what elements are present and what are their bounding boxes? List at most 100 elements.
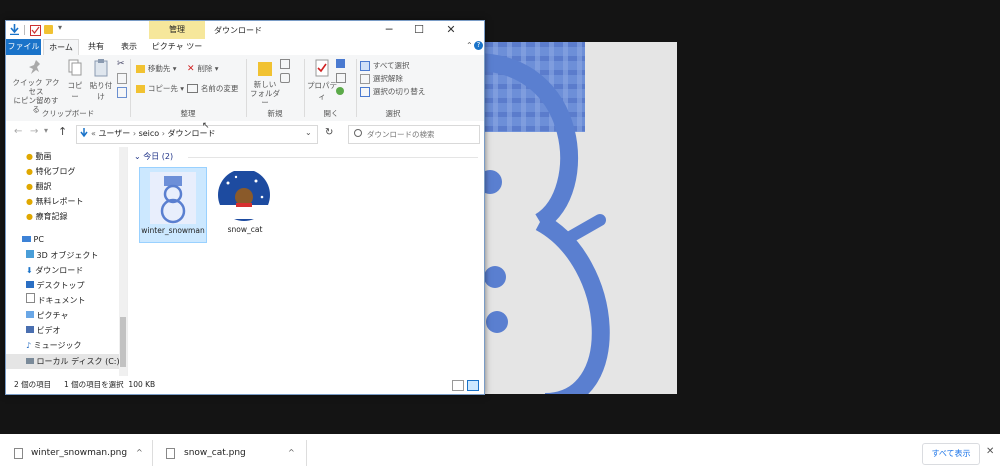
document-icon — [26, 293, 35, 303]
nav-item-label: 翻訳 — [35, 182, 52, 191]
check-icon[interactable] — [30, 25, 41, 36]
properties-button[interactable]: プロパティ — [306, 59, 338, 102]
nav-item-local-disk[interactable]: ローカル ディスク (C:) — [6, 354, 120, 369]
easy-access-icon[interactable] — [280, 73, 290, 83]
select-all-label: すべて選択 — [372, 61, 410, 70]
move-to-button[interactable]: 移動先 ▾ — [136, 63, 177, 74]
select-none-button[interactable]: 選択解除 — [360, 73, 403, 84]
copy-to-button[interactable]: コピー先 ▾ — [136, 83, 184, 94]
file-item-snow-cat[interactable]: snow_cat — [212, 167, 278, 241]
search-input[interactable]: ダウンロードの検索 — [348, 125, 480, 144]
cut-icon[interactable]: ✂ — [117, 59, 125, 69]
address-bar[interactable]: « ユーザー › seico › ダウンロード ⌄ — [76, 125, 318, 144]
up-arrow-icon[interactable]: ↑ — [58, 125, 67, 138]
large-icons-view-icon[interactable] — [467, 380, 479, 391]
group-header-today[interactable]: ⌄ 今日 (2) — [134, 151, 173, 162]
delete-button[interactable]: ✕ 削除 ▾ — [187, 63, 219, 74]
nav-item-videos[interactable]: ビデオ — [26, 323, 61, 338]
group-open: 開く — [323, 109, 339, 118]
nav-item-translation[interactable]: ● 翻訳 — [26, 179, 52, 194]
details-view-icon[interactable] — [452, 380, 464, 391]
folder-icon[interactable] — [44, 25, 53, 34]
open-icon[interactable] — [336, 59, 345, 68]
context-tab-manage: 管理 — [149, 21, 205, 39]
nav-item-downloads[interactable]: ⬇ ダウンロード — [26, 263, 83, 278]
recent-dropdown-icon[interactable]: ▾ — [44, 126, 48, 135]
nav-item-desktop[interactable]: デスクトップ — [26, 278, 85, 293]
copy-folder-icon — [136, 84, 145, 93]
invert-selection-label: 選択の切り替え — [372, 87, 426, 96]
paste-button[interactable]: 貼り付け — [88, 59, 114, 102]
nav-item-pc[interactable]: PC — [22, 232, 44, 247]
nav-scrollbar-thumb[interactable] — [120, 317, 126, 367]
nav-item-blog[interactable]: ● 特化ブログ — [26, 164, 76, 179]
file-item-winter-snowman[interactable]: winter_snowman — [139, 167, 207, 243]
refresh-icon[interactable]: ↻ — [325, 127, 333, 138]
separator — [188, 157, 478, 158]
navigation-pane: ● 動画 ● 特化ブログ ● 翻訳 ● 無料レポート ● 療育記録 PC 3D … — [6, 147, 127, 376]
ribbon-tabs: ファイル ホーム 共有 表示 ピクチャ ツール ⌃ ? — [6, 39, 484, 67]
quick-access-dropdown-icon[interactable]: ▾ — [58, 23, 62, 32]
back-arrow-icon[interactable]: ← — [14, 126, 22, 137]
selection-info: 1 個の項目を選択 100 KB — [64, 380, 156, 389]
group-select: 選択 — [385, 109, 401, 118]
ribbon-collapse-icon[interactable]: ⌃ — [466, 41, 473, 50]
tab-share[interactable]: 共有 — [81, 39, 111, 55]
nav-item-3d-objects[interactable]: 3D オブジェクト — [26, 248, 98, 263]
nav-item-documents[interactable]: ドキュメント — [26, 293, 86, 308]
separator — [24, 25, 25, 35]
nav-scrollbar[interactable] — [119, 147, 127, 376]
download-item-snow-cat[interactable]: snow_cat.png ^ — [154, 434, 304, 472]
pc-icon — [22, 236, 31, 242]
close-download-bar-icon[interactable]: ✕ — [986, 446, 994, 457]
download-options-chevron-icon[interactable]: ^ — [288, 434, 295, 472]
pin-quick-access-button[interactable]: クイック アクセス にピン留めする — [10, 59, 62, 114]
nav-item-music[interactable]: ♪ ミュージック — [26, 338, 82, 353]
nav-item-therapy-record[interactable]: ● 療育記録 — [26, 209, 68, 224]
copy-label: コピー — [67, 81, 83, 101]
download-options-chevron-icon[interactable]: ^ — [136, 434, 143, 472]
help-icon[interactable]: ? — [474, 41, 483, 50]
nav-item-label: ドキュメント — [37, 296, 86, 305]
breadcrumb-seico[interactable]: seico — [139, 129, 160, 138]
title-bar: ▾ 管理 ダウンロード ─ ☐ ✕ — [6, 21, 484, 39]
invert-selection-button[interactable]: 選択の切り替え — [360, 86, 425, 97]
file-name: winter_snowman — [141, 226, 205, 235]
tab-home[interactable]: ホーム — [43, 39, 79, 56]
forward-arrow-icon[interactable]: → — [30, 126, 38, 137]
nav-item-label: 動画 — [35, 152, 52, 161]
nav-item-pictures[interactable]: ピクチャ — [26, 308, 68, 323]
paste-icon — [94, 59, 108, 77]
download-arrow-icon[interactable] — [10, 24, 19, 36]
rename-button[interactable]: 名前の変更 — [187, 83, 238, 94]
tab-file[interactable]: ファイル — [6, 39, 41, 55]
new-item-icon[interactable] — [280, 59, 290, 69]
paste-shortcut-icon[interactable] — [117, 87, 127, 98]
status-bar: 2 個の項目 1 個の項目を選択 100 KB — [6, 376, 484, 394]
tab-picture-tools[interactable]: ピクチャ ツール — [149, 39, 205, 67]
nav-item-free-report[interactable]: ● 無料レポート — [26, 194, 84, 209]
copy-to-label: コピー先 — [147, 84, 178, 93]
select-all-button[interactable]: すべて選択 — [360, 60, 410, 71]
address-dropdown-icon[interactable]: ⌄ — [305, 128, 312, 137]
history-icon[interactable] — [336, 87, 344, 95]
copy-button[interactable]: コピー — [64, 59, 86, 102]
group-header-label: 今日 (2) — [143, 152, 174, 161]
minimize-button[interactable]: ─ — [374, 21, 404, 39]
breadcrumb-users[interactable]: ユーザー — [98, 129, 130, 138]
rename-label: 名前の変更 — [200, 84, 239, 93]
copy-path-icon[interactable] — [117, 73, 127, 84]
properties-label: プロパティ — [307, 81, 337, 101]
collapse-chevron-icon: ⌄ — [134, 152, 141, 161]
picture-icon — [26, 311, 34, 318]
maximize-button[interactable]: ☐ — [404, 21, 434, 39]
close-button[interactable]: ✕ — [436, 21, 466, 39]
nav-item-videos-pinned[interactable]: ● 動画 — [26, 149, 52, 164]
show-all-button[interactable]: すべて表示 — [922, 443, 980, 465]
edit-icon[interactable] — [336, 73, 346, 83]
new-folder-button[interactable]: 新しい フォルダー — [248, 59, 282, 107]
new-folder-icon — [258, 62, 272, 76]
download-item-winter-snowman[interactable]: winter_snowman.png ^ — [0, 434, 150, 472]
tab-view[interactable]: 表示 — [114, 39, 144, 55]
nav-item-label: 3D オブジェクト — [36, 251, 99, 260]
